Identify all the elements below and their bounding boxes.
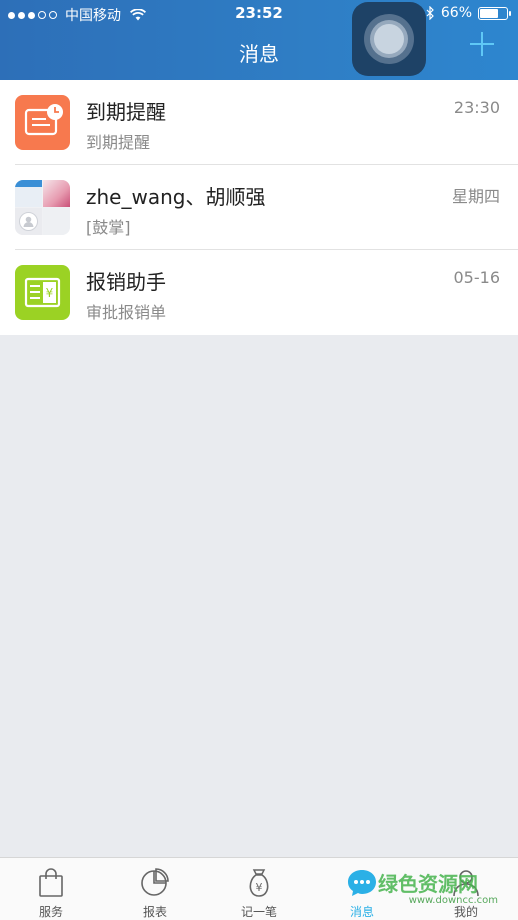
message-preview: 到期提醒 [86,133,151,152]
tab-record[interactable]: ¥ 记一笔 [219,858,299,920]
message-row-reminder[interactable]: 到期提醒 到期提醒 23:30 [0,80,518,165]
message-preview: [鼓掌] [86,218,131,237]
svg-text:¥: ¥ [256,881,263,894]
group-member-thumb [43,180,70,207]
top-bar: 中国移动 23:52 66% 消息 [0,0,518,80]
message-name: 报销助手 [86,270,166,294]
assistive-ring-inner [374,24,404,54]
group-member-thumb [43,208,70,235]
status-bar: 中国移动 23:52 66% [0,0,518,26]
battery-icon [478,6,511,20]
tab-label: 记一笔 [240,905,277,919]
tab-label: 报表 [142,905,167,919]
group-member-thumb [15,180,42,207]
reminder-clock-icon [15,95,70,150]
shopping-bag-icon [39,868,63,897]
message-time: 星期四 [451,187,500,206]
add-plus-icon[interactable] [468,30,496,58]
group-avatar-icon [15,180,70,235]
assistive-touch-button[interactable] [352,2,426,76]
bluetooth-icon [426,6,434,20]
watermark-text: 绿色资源网 [378,872,478,896]
message-time: 05-16 [453,268,501,287]
tab-reports[interactable]: 报表 [115,858,195,920]
watermark: 绿色资源网 www.downcc.com [378,868,498,906]
battery-fill [480,8,499,18]
message-row-group[interactable]: zhe_wang、胡顺强 [鼓掌] 星期四 [0,165,518,250]
message-list: 到期提醒 到期提醒 23:30 zhe_wang、胡顺强 [鼓掌] 星期四 ¥ … [0,80,518,335]
message-time: 23:30 [453,98,500,117]
message-preview: 审批报销单 [86,303,167,322]
svg-text:¥: ¥ [46,286,54,300]
expense-receipt-icon: ¥ [15,265,70,320]
watermark-url: www.downcc.com [408,895,498,906]
chat-bubble-icon [348,870,376,896]
battery-percent: 66% [440,5,472,21]
message-name: 到期提醒 [86,100,166,124]
page-title: 消息 [239,42,279,66]
message-name: zhe_wang、胡顺强 [86,185,266,209]
pie-chart-icon [141,868,169,896]
message-row-expense[interactable]: ¥ 报销助手 审批报销单 05-16 [0,250,518,335]
default-user-avatar [15,208,42,235]
tab-service[interactable]: 服务 [11,858,91,920]
tab-label: 服务 [38,905,63,919]
money-bag-icon: ¥ [249,869,269,897]
